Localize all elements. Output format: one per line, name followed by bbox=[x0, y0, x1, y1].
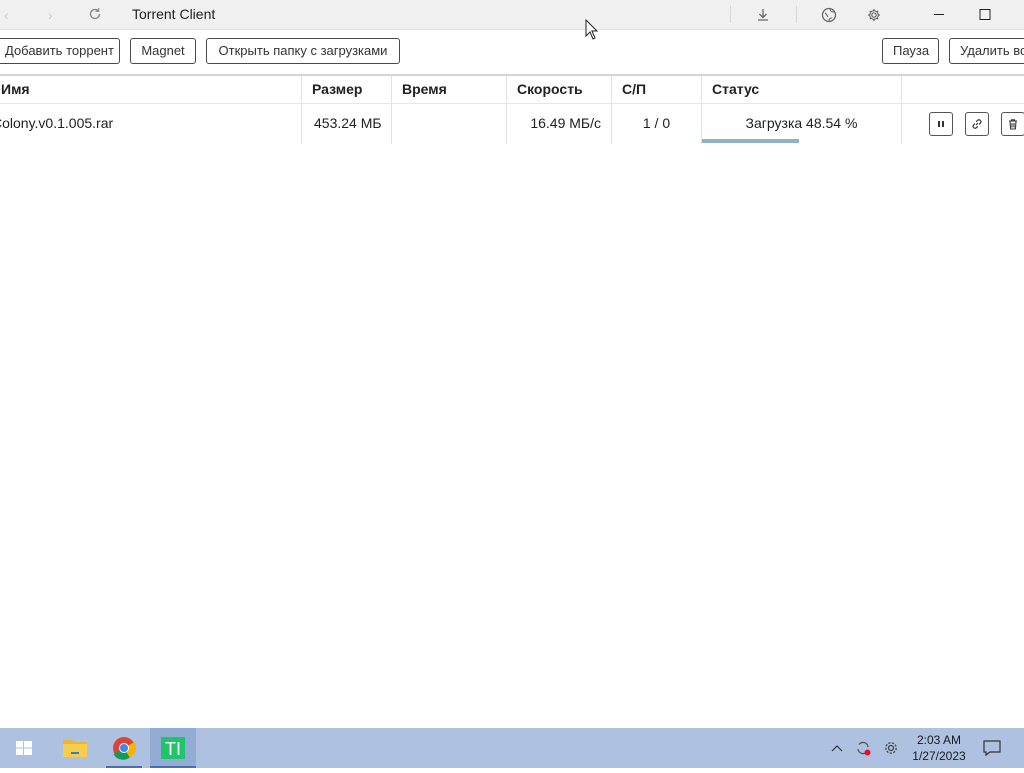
clock-date: 1/27/2023 bbox=[912, 749, 966, 763]
column-header-seeds-peers[interactable]: С/П bbox=[612, 76, 702, 103]
magnet-button[interactable]: Magnet bbox=[130, 38, 196, 64]
start-button[interactable] bbox=[0, 728, 48, 768]
reload-icon[interactable] bbox=[86, 5, 104, 23]
file-explorer-button[interactable] bbox=[52, 728, 98, 768]
window-title: Torrent Client bbox=[132, 6, 216, 22]
svg-text:TI: TI bbox=[165, 739, 181, 759]
toolbar: Добавить торрент Magnet Открыть папку с … bbox=[0, 30, 1024, 76]
delete-all-button[interactable]: Удалить все bbox=[949, 38, 1024, 64]
settings-tray-icon[interactable] bbox=[881, 738, 901, 763]
table-header: Имя Размер Время Скорость С/П Статус bbox=[0, 76, 1024, 104]
title-bar: ‹ › Torrent Client bbox=[0, 0, 1024, 30]
title-separator bbox=[730, 6, 731, 23]
trash-icon bbox=[1009, 119, 1017, 130]
tray-chevron-icon[interactable] bbox=[830, 741, 844, 760]
clock-time: 2:03 AM bbox=[916, 733, 962, 747]
table-row[interactable]: Colony.v0.1.005.rar 453.24 МБ 16.49 МБ/с… bbox=[0, 104, 1024, 144]
download-icon[interactable] bbox=[754, 6, 772, 24]
torrent-client-icon: TI bbox=[161, 737, 185, 759]
progress-bar-fill bbox=[702, 139, 799, 143]
title-separator bbox=[796, 6, 797, 23]
system-clock[interactable]: 2:03 AM 1/27/2023 bbox=[900, 732, 978, 764]
column-header-speed[interactable]: Скорость bbox=[507, 76, 612, 103]
chrome-icon bbox=[113, 737, 137, 760]
pause-torrent-button[interactable] bbox=[929, 112, 953, 136]
pause-all-button[interactable]: Пауза bbox=[882, 38, 939, 64]
torrent-size: 453.24 МБ bbox=[302, 104, 392, 144]
open-downloads-folder-button[interactable]: Открыть папку с загрузками bbox=[206, 38, 400, 64]
torrent-client-taskbar-button[interactable]: TI bbox=[150, 728, 196, 768]
forward-button[interactable]: › bbox=[48, 7, 53, 23]
back-button[interactable]: ‹ bbox=[4, 7, 9, 23]
torrent-name: Colony.v0.1.005.rar bbox=[0, 104, 302, 144]
globe-icon[interactable] bbox=[820, 6, 838, 24]
taskbar: TI 2:03 AM 1/27/2023 bbox=[0, 728, 1024, 768]
torrent-time bbox=[392, 104, 507, 144]
file-explorer-icon bbox=[63, 740, 87, 757]
progress-bar bbox=[702, 139, 901, 143]
mouse-cursor-icon bbox=[585, 19, 599, 40]
add-torrent-button[interactable]: Добавить торрент bbox=[0, 38, 120, 64]
maximize-button[interactable] bbox=[962, 0, 1008, 29]
copy-magnet-link-button[interactable] bbox=[965, 112, 989, 136]
gear-icon[interactable] bbox=[865, 6, 883, 24]
column-header-size[interactable]: Размер bbox=[302, 76, 392, 103]
link-icon bbox=[972, 119, 982, 129]
column-header-status[interactable]: Статус bbox=[702, 76, 902, 103]
notifications-icon[interactable] bbox=[982, 739, 1002, 762]
pause-icon bbox=[938, 121, 944, 127]
sync-icon[interactable] bbox=[853, 738, 873, 763]
delete-torrent-button[interactable] bbox=[1001, 112, 1024, 136]
column-header-time[interactable]: Время bbox=[392, 76, 507, 103]
torrent-seeds-peers: 1 / 0 bbox=[612, 104, 702, 144]
start-icon bbox=[16, 741, 32, 755]
chrome-button[interactable] bbox=[101, 728, 147, 768]
minimize-button[interactable] bbox=[916, 0, 962, 29]
torrent-status: Загрузка 48.54 % bbox=[702, 104, 902, 144]
torrent-speed: 16.49 МБ/с bbox=[507, 104, 612, 144]
column-header-name[interactable]: Имя bbox=[0, 76, 302, 103]
